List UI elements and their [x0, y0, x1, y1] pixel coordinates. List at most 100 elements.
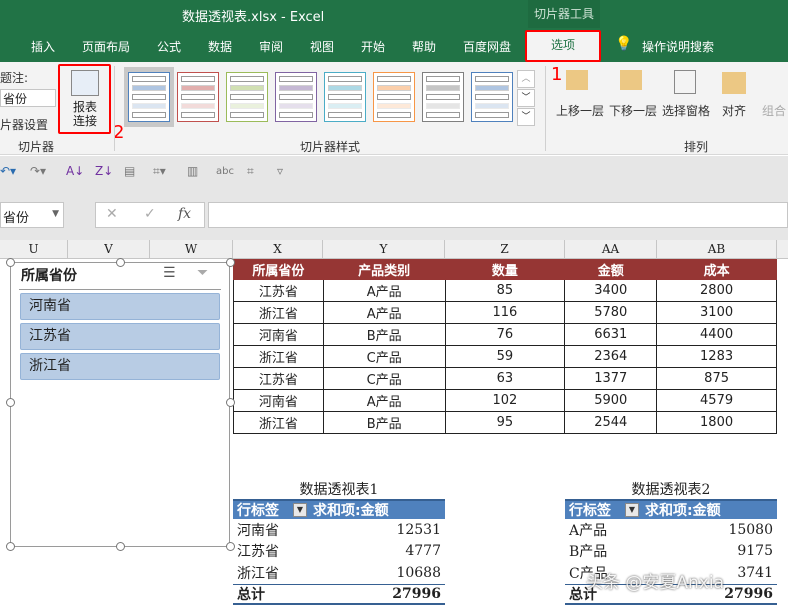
tell-me-search[interactable]: 操作说明搜索 [642, 38, 714, 55]
table-cell[interactable]: C产品 [322, 345, 446, 368]
selection-pane-button[interactable]: 选择窗格 [662, 102, 710, 119]
slicer-style-7[interactable] [422, 72, 464, 122]
slicer-style-3[interactable] [226, 72, 268, 122]
table-cell[interactable]: 59 [444, 345, 566, 368]
undo-icon[interactable]: ↶▾ [0, 164, 16, 178]
table-cell[interactable]: 2800 [656, 279, 777, 302]
formula-input[interactable] [208, 202, 788, 228]
filter-dropdown-icon[interactable]: ▼ [625, 503, 639, 517]
slicer-style-6[interactable] [373, 72, 415, 122]
resize-handle[interactable] [226, 398, 235, 407]
table-cell[interactable]: 4400 [656, 323, 777, 346]
strikethrough-icon[interactable]: abc [216, 166, 234, 177]
more-styles-button[interactable]: ﹀ [517, 108, 535, 126]
slicer-item-henan[interactable]: 河南省 [20, 293, 220, 320]
filter-dropdown-icon[interactable]: ▼ [293, 503, 307, 517]
resize-handle[interactable] [116, 542, 125, 551]
table-cell[interactable]: 3100 [656, 301, 777, 324]
table-cell[interactable]: 63 [444, 367, 566, 390]
table-cell[interactable]: 1283 [656, 345, 777, 368]
table-cell[interactable]: 116 [444, 301, 566, 324]
table-cell[interactable]: 875 [656, 367, 777, 390]
table-cell[interactable]: 85 [444, 279, 566, 302]
caption-input[interactable]: 省份 [0, 89, 56, 107]
customize-qat-icon[interactable]: ▿ [277, 164, 283, 178]
slicer-style-2[interactable] [177, 72, 219, 122]
tab-view[interactable]: 视图 [310, 38, 334, 55]
resize-handle[interactable] [6, 398, 15, 407]
form-icon[interactable]: ▤ [124, 164, 135, 178]
tab-formulas[interactable]: 公式 [157, 38, 181, 55]
scroll-down-button[interactable]: ﹀ [517, 89, 535, 107]
fx-icon[interactable]: fx [178, 206, 191, 222]
table-cell[interactable]: A产品 [322, 301, 446, 324]
table-cell[interactable]: 1800 [656, 411, 777, 434]
sort-ascending-icon[interactable]: A↓ [66, 164, 84, 178]
resize-handle[interactable] [6, 542, 15, 551]
redo-icon[interactable]: ↷▾ [30, 164, 46, 178]
slicer-style-4[interactable] [275, 72, 317, 122]
grid-icon[interactable]: ⌗ [247, 164, 254, 179]
col-header-W[interactable]: W [150, 240, 233, 259]
resize-handle[interactable] [226, 258, 235, 267]
table-cell[interactable]: 浙江省 [233, 301, 324, 324]
table-cell[interactable]: 浙江省 [233, 345, 324, 368]
tab-help[interactable]: 帮助 [412, 38, 436, 55]
table-cell[interactable]: 4579 [656, 389, 777, 412]
table-cell[interactable]: A产品 [322, 389, 446, 412]
table-cell[interactable]: 76 [444, 323, 566, 346]
cancel-icon[interactable]: ✕ [106, 206, 118, 222]
tab-insert[interactable]: 插入 [31, 38, 55, 55]
table-cell[interactable]: A产品 [322, 279, 446, 302]
tab-page-layout[interactable]: 页面布局 [82, 38, 130, 55]
header-amount[interactable]: 金额 [564, 259, 658, 280]
table-cell[interactable]: 3400 [564, 279, 658, 302]
table-cell[interactable]: 102 [444, 389, 566, 412]
borders-icon[interactable]: ⌗▾ [153, 164, 166, 179]
col-header-Y[interactable]: Y [323, 240, 445, 259]
table-cell[interactable]: 2544 [564, 411, 658, 434]
col-header-AB[interactable]: AB [657, 240, 777, 259]
col-header-V[interactable]: V [68, 240, 150, 259]
table-cell[interactable]: 浙江省 [233, 411, 324, 434]
table-cell[interactable]: 6631 [564, 323, 658, 346]
table-cell[interactable]: 江苏省 [233, 367, 324, 390]
bring-forward-button[interactable]: 上移一层 [556, 102, 604, 119]
header-quantity[interactable]: 数量 [444, 259, 566, 280]
table-cell[interactable]: 江苏省 [233, 279, 324, 302]
align-button[interactable]: 对齐 [722, 102, 746, 119]
clear-filter-icon[interactable]: ⏷ [197, 265, 208, 281]
enter-icon[interactable]: ✓ [144, 206, 156, 222]
col-header-U[interactable]: U [0, 240, 68, 259]
slicer-style-1[interactable] [128, 72, 170, 122]
slicer-item-zhejiang[interactable]: 浙江省 [20, 353, 220, 380]
header-category[interactable]: 产品类别 [322, 259, 446, 280]
col-header-Z[interactable]: Z [445, 240, 565, 259]
header-province[interactable]: 所属省份 [233, 259, 324, 280]
table-cell[interactable]: 2364 [564, 345, 658, 368]
slicer-style-5[interactable] [324, 72, 366, 122]
table-cell[interactable]: 河南省 [233, 389, 324, 412]
col-header-X[interactable]: X [233, 240, 323, 259]
col-header-AA[interactable]: AA [565, 240, 657, 259]
header-cost[interactable]: 成本 [656, 259, 777, 280]
resize-handle[interactable] [116, 258, 125, 267]
merge-icon[interactable]: ▥ [187, 164, 198, 178]
slicer-style-8[interactable] [471, 72, 513, 122]
table-cell[interactable]: 5780 [564, 301, 658, 324]
table-cell[interactable]: 95 [444, 411, 566, 434]
group-button[interactable]: 组合 [762, 102, 786, 119]
scroll-up-button[interactable]: ︿ [517, 70, 535, 88]
slicer-item-jiangsu[interactable]: 江苏省 [20, 323, 220, 350]
tab-baidu[interactable]: 百度网盘 [463, 38, 511, 55]
slicer-settings-button[interactable]: 片器设置 [0, 116, 48, 133]
table-cell[interactable]: 1377 [564, 367, 658, 390]
table-cell[interactable]: C产品 [322, 367, 446, 390]
table-cell[interactable]: B产品 [322, 411, 446, 434]
tab-data[interactable]: 数据 [208, 38, 232, 55]
table-cell[interactable]: B产品 [322, 323, 446, 346]
tab-review[interactable]: 审阅 [259, 38, 283, 55]
multi-select-icon[interactable]: ☰ [163, 265, 176, 281]
table-cell[interactable]: 河南省 [233, 323, 324, 346]
name-box[interactable]: 省份 ▼ [0, 202, 64, 228]
